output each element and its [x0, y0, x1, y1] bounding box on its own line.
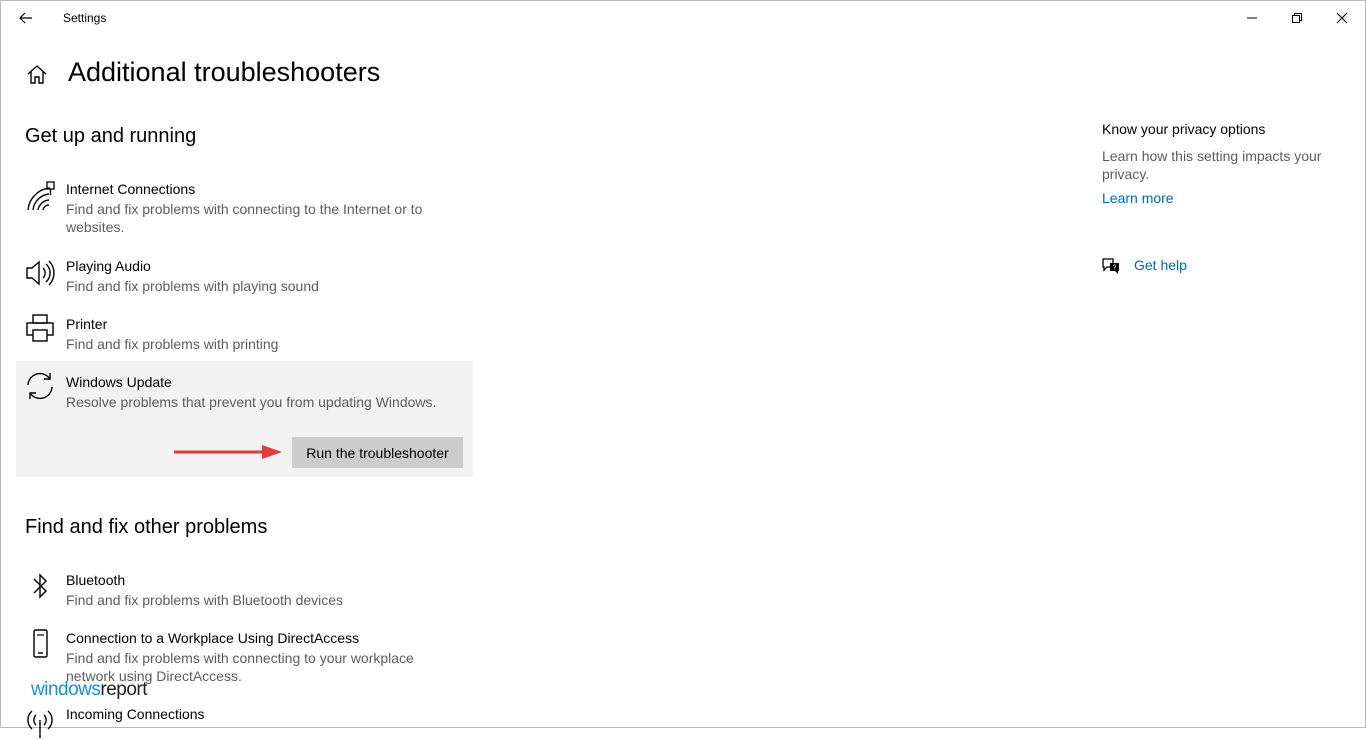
back-button[interactable] [11, 5, 41, 31]
svg-text:?: ? [1113, 265, 1117, 272]
home-icon[interactable] [25, 63, 49, 87]
item-name: Bluetooth [66, 572, 126, 588]
privacy-description: Learn how this setting impacts your priv… [1102, 148, 1322, 182]
sync-icon [27, 372, 53, 400]
troubleshooter-bluetooth[interactable]: Bluetooth Find and fix problems with Blu… [16, 572, 473, 612]
title-bar: Settings [1, 1, 1365, 35]
minimize-icon [1247, 17, 1257, 19]
watermark-logo: windowsreport [31, 679, 148, 701]
troubleshooter-internet-connections[interactable]: Internet Connections Find and fix proble… [16, 181, 473, 241]
watermark-part-windows: windows [31, 679, 101, 700]
section-heading-get-up-and-running: Get up and running [25, 125, 197, 147]
bluetooth-icon [33, 573, 47, 599]
privacy-title: Know your privacy options [1102, 121, 1266, 137]
troubleshooter-printer[interactable]: Printer Find and fix problems with print… [16, 314, 473, 356]
back-arrow-icon [19, 12, 32, 24]
item-description: Find and fix problems with connecting to… [66, 201, 423, 235]
phone-icon [33, 629, 48, 658]
item-description: Find and fix problems with Bluetooth dev… [66, 592, 344, 608]
help-chat-icon: ? [1102, 258, 1119, 274]
restore-button[interactable] [1274, 1, 1320, 35]
troubleshooter-directaccess[interactable]: Connection to a Workplace Using DirectAc… [16, 629, 473, 686]
minimize-button[interactable] [1229, 1, 1275, 35]
item-name: Internet Connections [66, 181, 196, 197]
troubleshooter-incoming-connections[interactable]: Incoming Connections [16, 706, 473, 738]
restore-icon [1292, 13, 1302, 23]
item-name: Incoming Connections [66, 706, 205, 722]
close-icon [1336, 12, 1348, 24]
red-arrow-annotation [174, 445, 282, 459]
run-troubleshooter-button[interactable]: Run the troubleshooter [292, 437, 463, 468]
printer-icon [26, 314, 54, 342]
close-button[interactable] [1319, 1, 1365, 35]
item-name: Windows Update [66, 374, 172, 390]
troubleshooter-playing-audio[interactable]: Playing Audio Find and fix problems with… [16, 258, 473, 298]
watermark-part-report: report [100, 679, 148, 700]
item-name: Playing Audio [66, 258, 151, 274]
network-icon [27, 181, 55, 211]
item-name: Printer [66, 316, 108, 332]
item-description: Resolve problems that prevent you from u… [66, 394, 437, 410]
section-heading-find-and-fix: Find and fix other problems [25, 516, 268, 538]
page-title: Additional troubleshooters [68, 57, 381, 87]
antenna-icon [27, 710, 53, 738]
speaker-icon [26, 260, 55, 286]
window-title: Settings [63, 11, 107, 25]
item-description: Find and fix problems with playing sound [66, 278, 319, 294]
learn-more-link[interactable]: Learn more [1102, 190, 1174, 206]
get-help-link[interactable]: Get help [1134, 257, 1187, 273]
item-description: Find and fix problems with printing [66, 336, 279, 352]
item-name: Connection to a Workplace Using DirectAc… [66, 630, 360, 646]
